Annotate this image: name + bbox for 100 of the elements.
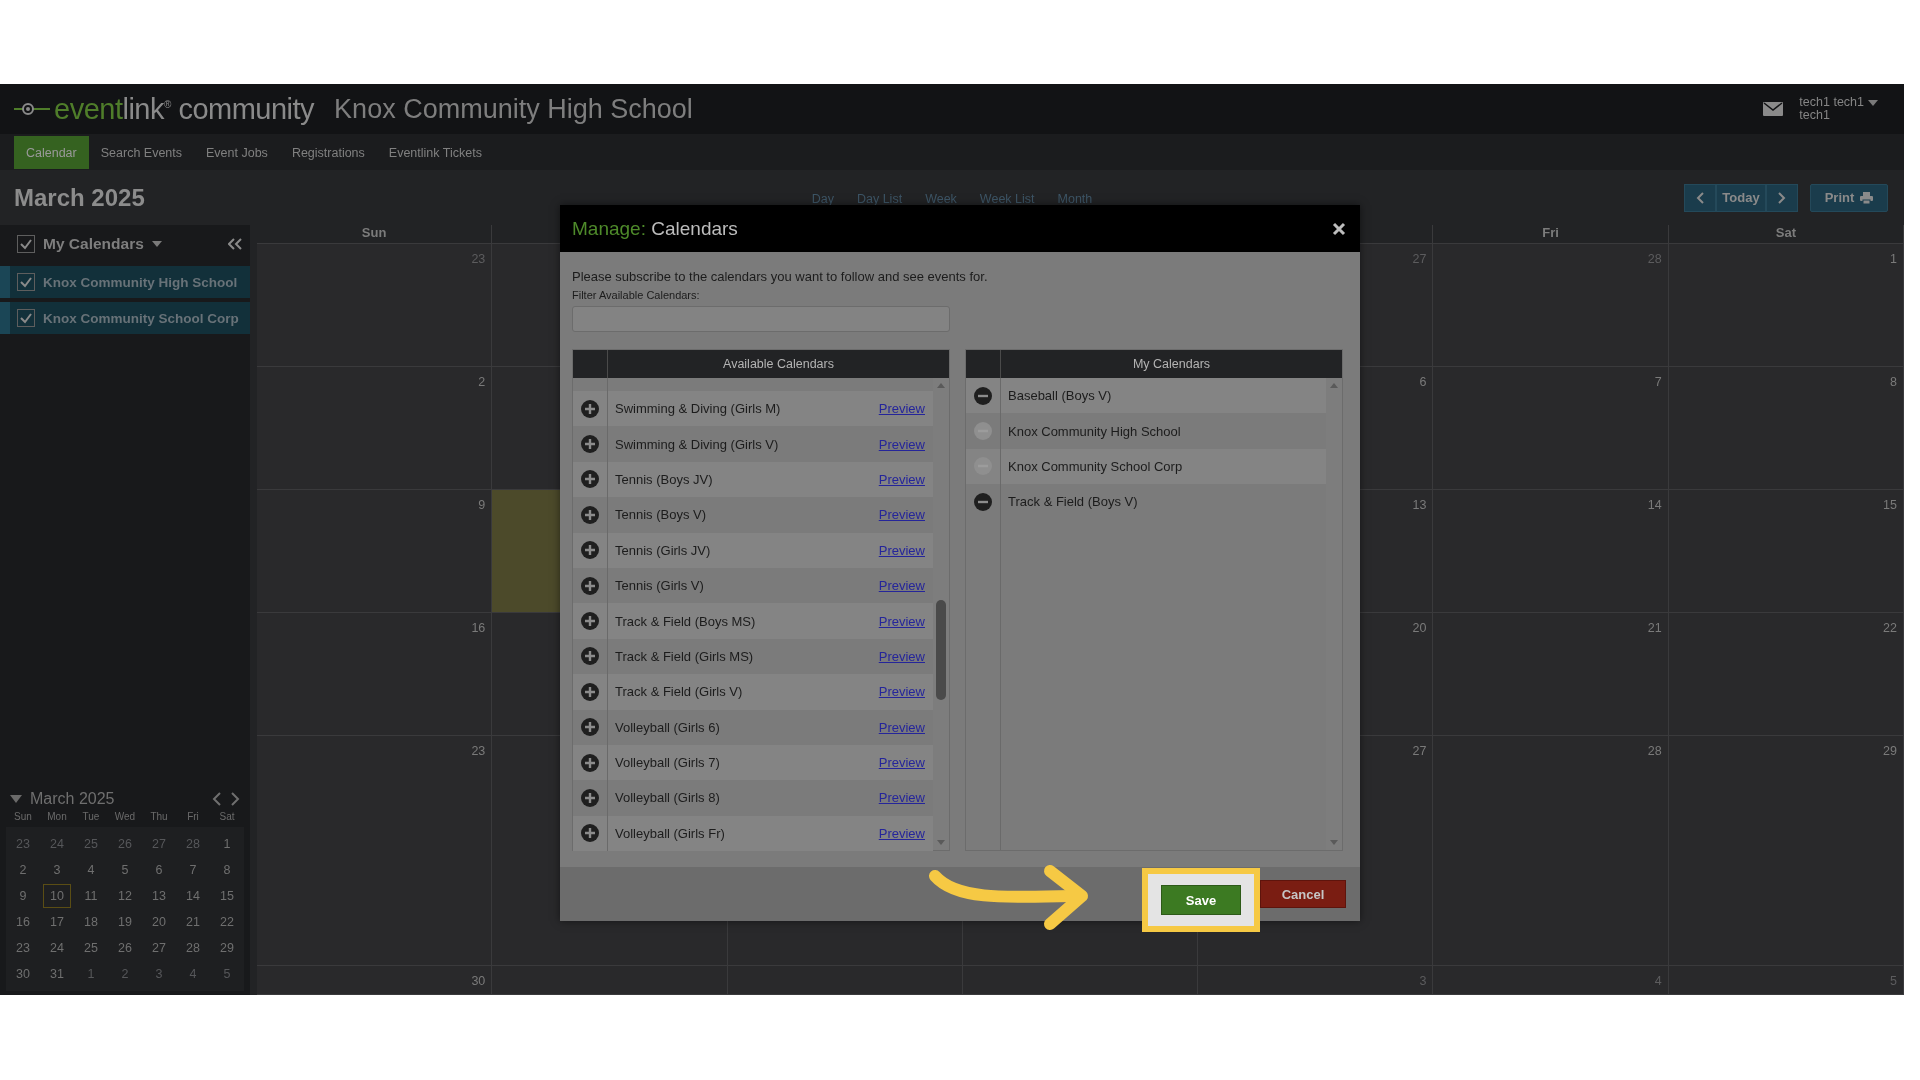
preview-link[interactable]: Preview xyxy=(878,542,925,558)
preview-link[interactable]: Preview xyxy=(878,471,925,487)
caret-icon[interactable] xyxy=(151,240,162,247)
preview-link[interactable]: Preview xyxy=(878,613,925,629)
date-cell[interactable]: 27 xyxy=(145,936,173,960)
checkbox[interactable] xyxy=(17,234,35,253)
date-cell[interactable]: 3 xyxy=(43,858,71,882)
nav-tab[interactable]: Search Events xyxy=(88,136,195,169)
previous-button[interactable] xyxy=(1684,183,1716,212)
date-cell[interactable]: 26 xyxy=(111,936,139,960)
add-icon[interactable] xyxy=(580,575,600,596)
next-icon[interactable] xyxy=(230,792,240,806)
view-link[interactable]: Week xyxy=(925,192,957,206)
preview-link[interactable]: Preview xyxy=(878,401,925,417)
view-link[interactable]: Day xyxy=(811,192,834,206)
mail-icon[interactable] xyxy=(1763,102,1784,116)
sidebar-title[interactable]: My Calendars xyxy=(43,234,144,253)
date-cell[interactable]: 11 xyxy=(77,884,105,908)
date-cell[interactable]: 21 xyxy=(179,910,207,934)
previous-icon[interactable] xyxy=(212,792,222,806)
print-button[interactable]: Print xyxy=(1810,183,1888,212)
view-link[interactable]: Day List xyxy=(856,192,903,206)
add-icon[interactable] xyxy=(580,611,600,632)
date-cell[interactable]: 24 xyxy=(43,832,71,856)
add-icon[interactable] xyxy=(580,540,600,561)
add-icon[interactable] xyxy=(580,788,600,808)
date-cell[interactable]: 14 xyxy=(179,884,207,908)
preview-link[interactable]: Preview xyxy=(878,825,925,841)
date-cell[interactable]: 18 xyxy=(77,910,105,934)
date-cell[interactable]: 6 xyxy=(145,858,173,882)
date-cell[interactable]: 17 xyxy=(43,910,71,934)
today-button[interactable]: Today xyxy=(1716,183,1766,212)
preview-link[interactable]: Preview xyxy=(878,507,925,523)
preview-link[interactable]: Preview xyxy=(878,578,925,594)
cancel-button[interactable]: Cancel xyxy=(1260,880,1346,908)
preview-link[interactable]: Preview xyxy=(878,648,925,664)
add-icon[interactable] xyxy=(580,717,600,738)
date-cell[interactable]: 7 xyxy=(179,858,207,882)
date-cell[interactable]: 9 xyxy=(9,884,37,908)
date-cell[interactable]: 10 xyxy=(43,884,71,908)
date-cell[interactable]: 29 xyxy=(213,936,241,960)
nav-tab[interactable]: Eventlink Tickets xyxy=(376,136,494,169)
add-icon[interactable] xyxy=(580,504,600,525)
checkbox[interactable] xyxy=(17,309,35,327)
date-cell[interactable]: 23 xyxy=(9,936,37,960)
save-button[interactable]: Save xyxy=(1161,885,1241,915)
nav-tab[interactable]: Registrations xyxy=(279,136,377,169)
date-cell[interactable]: 27 xyxy=(145,832,173,856)
date-cell[interactable]: 25 xyxy=(77,832,105,856)
date-cell[interactable]: 24 xyxy=(43,936,71,960)
date-cell[interactable]: 31 xyxy=(43,962,71,986)
date-cell[interactable]: 12 xyxy=(111,884,139,908)
date-cell[interactable]: 26 xyxy=(111,832,139,856)
add-icon[interactable] xyxy=(580,469,600,490)
date-cell[interactable]: 30 xyxy=(9,962,37,986)
date-cell[interactable]: 5 xyxy=(111,858,139,882)
date-cell[interactable]: 4 xyxy=(77,858,105,882)
close-icon[interactable] xyxy=(1332,221,1346,236)
add-icon[interactable] xyxy=(580,752,600,773)
date-cell[interactable]: 20 xyxy=(145,910,173,934)
date-cell[interactable]: 2 xyxy=(9,858,37,882)
collapse-icon[interactable] xyxy=(228,237,242,250)
next-button[interactable] xyxy=(1766,183,1798,212)
date-cell[interactable]: 8 xyxy=(213,858,241,882)
view-link[interactable]: Month xyxy=(1057,192,1093,206)
checkbox[interactable] xyxy=(17,273,35,291)
add-icon[interactable] xyxy=(580,823,600,844)
view-link[interactable]: Week List xyxy=(979,192,1035,206)
date-cell[interactable]: 19 xyxy=(111,910,139,934)
preview-link[interactable]: Preview xyxy=(878,684,925,700)
preview-link[interactable]: Preview xyxy=(878,790,925,806)
calendar-item[interactable]: Knox Community High School xyxy=(0,266,250,298)
date-cell[interactable]: 5 xyxy=(213,962,241,986)
caret-icon[interactable] xyxy=(10,795,22,803)
add-icon[interactable] xyxy=(580,646,600,667)
date-cell[interactable]: 28 xyxy=(179,936,207,960)
nav-tab[interactable]: Calendar xyxy=(14,136,89,169)
date-cell[interactable]: 16 xyxy=(9,910,37,934)
date-cell[interactable]: 22 xyxy=(213,910,241,934)
user-name[interactable]: tech1 tech1 xyxy=(1799,96,1864,109)
nav-tab[interactable]: Event Jobs xyxy=(194,136,280,169)
date-cell[interactable]: 3 xyxy=(145,962,173,986)
add-icon[interactable] xyxy=(580,434,600,455)
calendar-item[interactable]: Knox Community School Corp xyxy=(0,302,250,334)
date-cell[interactable]: 23 xyxy=(9,832,37,856)
date-cell[interactable]: 13 xyxy=(145,884,173,908)
date-cell[interactable]: 1 xyxy=(213,832,241,856)
date-cell[interactable]: 28 xyxy=(179,832,207,856)
add-icon[interactable] xyxy=(580,398,600,419)
caret-icon[interactable] xyxy=(1868,99,1878,106)
preview-link[interactable]: Preview xyxy=(878,755,925,771)
date-cell[interactable]: 25 xyxy=(77,936,105,960)
remove-icon[interactable] xyxy=(973,491,993,512)
remove-icon[interactable] xyxy=(973,385,993,406)
date-cell[interactable]: 4 xyxy=(179,962,207,986)
date-cell[interactable]: 2 xyxy=(111,962,139,986)
add-icon[interactable] xyxy=(580,681,600,702)
date-cell[interactable]: 15 xyxy=(213,884,241,908)
date-cell[interactable]: 1 xyxy=(77,962,105,986)
preview-link[interactable]: Preview xyxy=(878,719,925,735)
